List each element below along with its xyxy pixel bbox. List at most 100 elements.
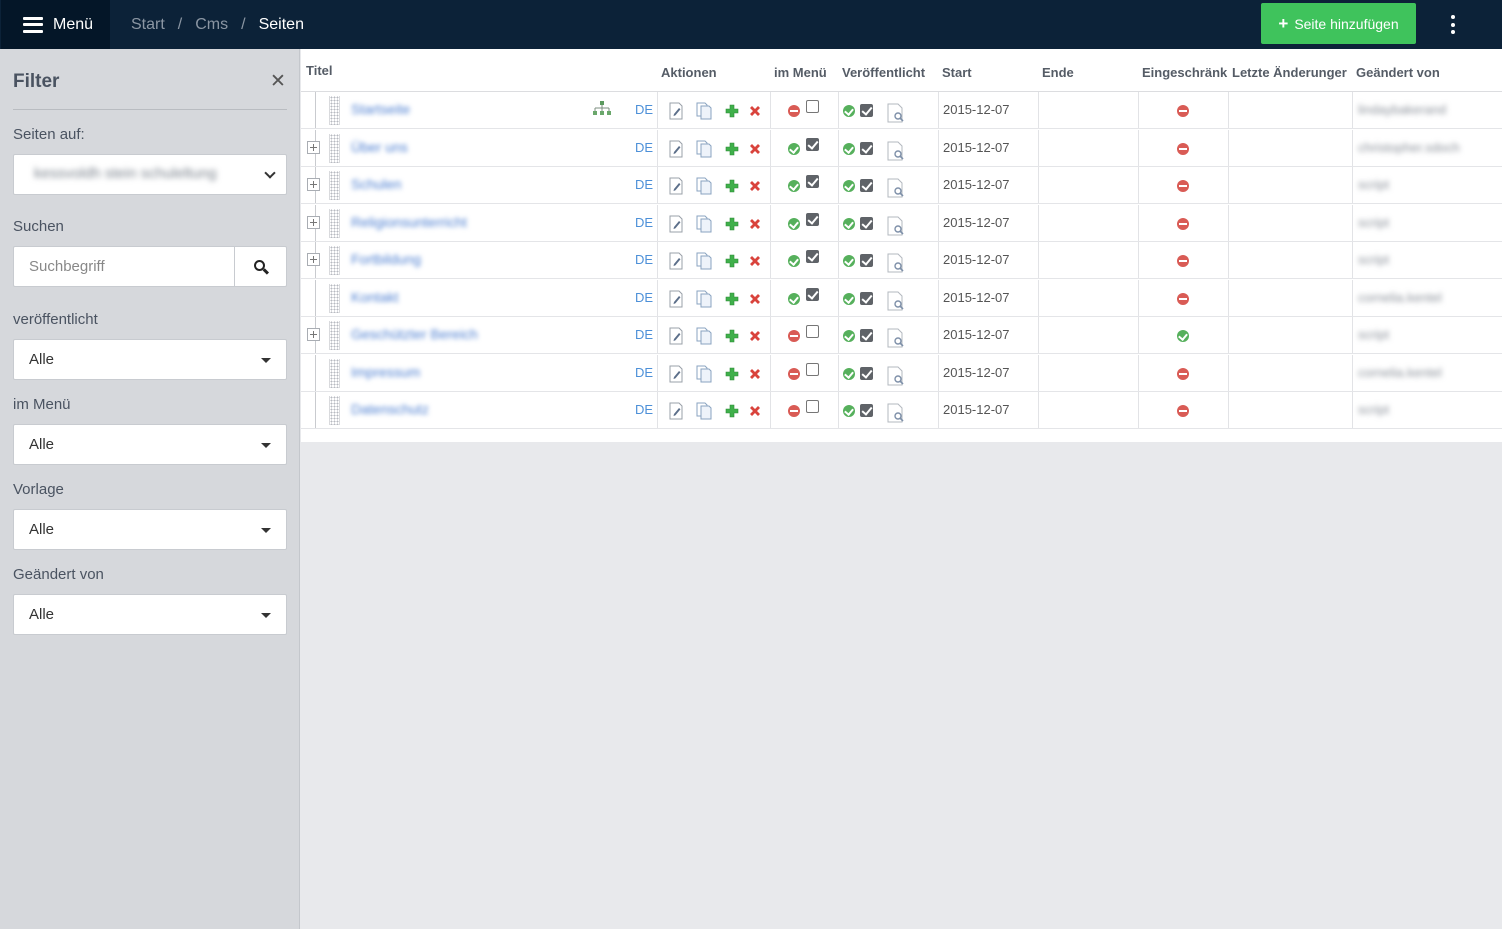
page-title-link[interactable]: Geschützter Bereich bbox=[351, 326, 478, 342]
in-menu-checkbox[interactable] bbox=[806, 250, 819, 263]
language-link[interactable]: DE bbox=[635, 252, 653, 267]
page-title-link[interactable]: Religionsunterricht bbox=[351, 214, 467, 230]
edit-icon[interactable] bbox=[667, 327, 685, 345]
close-icon[interactable]: ✕ bbox=[270, 70, 286, 93]
language-link[interactable]: DE bbox=[635, 327, 653, 342]
add-page-button[interactable]: + Seite hinzufügen bbox=[1261, 3, 1416, 44]
edit-icon[interactable] bbox=[667, 252, 685, 270]
drag-handle[interactable] bbox=[329, 246, 340, 275]
col-header-restricted[interactable]: Eingeschränk bbox=[1142, 65, 1228, 80]
published-checkbox[interactable] bbox=[860, 254, 873, 267]
published-checkbox[interactable] bbox=[860, 404, 873, 417]
published-checkbox[interactable] bbox=[860, 291, 873, 305]
in-menu-checkbox[interactable] bbox=[806, 100, 819, 113]
in-menu-checkbox[interactable] bbox=[806, 212, 819, 226]
preview-icon[interactable] bbox=[887, 291, 905, 311]
drag-handle[interactable] bbox=[329, 321, 340, 350]
in-menu-checkbox[interactable] bbox=[806, 137, 819, 151]
in-menu-checkbox[interactable] bbox=[806, 175, 819, 188]
language-link[interactable]: DE bbox=[635, 402, 653, 417]
edit-icon[interactable] bbox=[667, 215, 685, 233]
in-menu-filter-select[interactable]: Alle bbox=[13, 424, 287, 465]
published-checkbox[interactable] bbox=[860, 366, 873, 380]
language-link[interactable]: DE bbox=[635, 177, 653, 192]
preview-icon[interactable] bbox=[887, 328, 905, 348]
col-header-end[interactable]: Ende bbox=[1042, 65, 1074, 80]
delete-icon[interactable] bbox=[746, 290, 764, 308]
add-subpage-icon[interactable] bbox=[723, 290, 741, 308]
menu-button[interactable]: Menü bbox=[1, 0, 110, 49]
expand-icon[interactable] bbox=[307, 328, 320, 341]
drag-handle[interactable] bbox=[329, 396, 340, 425]
page-title-link[interactable]: Fortbildung bbox=[351, 251, 421, 267]
search-button[interactable] bbox=[234, 246, 287, 287]
preview-icon[interactable] bbox=[887, 253, 905, 273]
page-title-link[interactable]: Datenschutz bbox=[351, 401, 429, 417]
delete-icon[interactable] bbox=[746, 402, 764, 420]
edit-icon[interactable] bbox=[667, 402, 685, 420]
copy-icon[interactable] bbox=[695, 215, 713, 233]
delete-icon[interactable] bbox=[746, 215, 764, 233]
col-header-changed-by[interactable]: Geändert von bbox=[1356, 65, 1440, 80]
col-header-title[interactable]: Titel bbox=[306, 63, 333, 78]
in-menu-checkbox[interactable] bbox=[806, 400, 819, 413]
edit-icon[interactable] bbox=[667, 177, 685, 195]
drag-handle[interactable] bbox=[329, 283, 340, 313]
language-link[interactable]: DE bbox=[635, 365, 653, 380]
expand-icon[interactable] bbox=[307, 215, 320, 229]
template-filter-select[interactable]: Alle bbox=[13, 509, 287, 550]
language-link[interactable]: DE bbox=[635, 290, 653, 305]
search-input[interactable] bbox=[13, 246, 235, 287]
edit-icon[interactable] bbox=[667, 102, 685, 120]
page-title-link[interactable]: Startseite bbox=[351, 101, 410, 117]
page-title-link[interactable]: Kontakt bbox=[351, 289, 398, 305]
col-header-last-changes[interactable]: Letzte Änderunger bbox=[1232, 65, 1352, 80]
expand-icon[interactable] bbox=[307, 140, 320, 154]
col-header-published[interactable]: Veröffentlicht bbox=[842, 65, 925, 80]
delete-icon[interactable] bbox=[746, 140, 764, 158]
in-menu-checkbox[interactable] bbox=[806, 287, 819, 301]
add-subpage-icon[interactable] bbox=[723, 327, 741, 345]
edit-icon[interactable] bbox=[667, 140, 685, 158]
copy-icon[interactable] bbox=[695, 177, 713, 195]
edit-icon[interactable] bbox=[667, 365, 685, 383]
drag-handle[interactable] bbox=[329, 133, 340, 163]
published-checkbox[interactable] bbox=[860, 141, 873, 155]
site-select[interactable]: kessvoldh stein schuleltung bbox=[13, 154, 287, 195]
preview-icon[interactable] bbox=[887, 366, 905, 386]
page-title-link[interactable]: Über uns bbox=[351, 139, 408, 155]
language-link[interactable]: DE bbox=[635, 140, 653, 155]
page-title-link[interactable]: Schulen bbox=[351, 176, 402, 192]
preview-icon[interactable] bbox=[887, 103, 905, 123]
delete-icon[interactable] bbox=[746, 365, 764, 383]
drag-handle[interactable] bbox=[329, 208, 340, 238]
copy-icon[interactable] bbox=[695, 102, 713, 120]
add-subpage-icon[interactable] bbox=[723, 252, 741, 270]
published-checkbox[interactable] bbox=[860, 216, 873, 230]
delete-icon[interactable] bbox=[746, 102, 764, 120]
add-subpage-icon[interactable] bbox=[723, 365, 741, 383]
published-checkbox[interactable] bbox=[860, 104, 873, 117]
col-header-start[interactable]: Start bbox=[942, 65, 972, 80]
breadcrumb-cms[interactable]: Cms bbox=[195, 16, 228, 34]
page-title-link[interactable]: Impressum bbox=[351, 364, 420, 380]
preview-icon[interactable] bbox=[887, 216, 905, 236]
delete-icon[interactable] bbox=[746, 177, 764, 195]
expand-icon[interactable] bbox=[307, 253, 320, 266]
edit-icon[interactable] bbox=[667, 290, 685, 308]
changed-by-filter-select[interactable]: Alle bbox=[13, 594, 287, 635]
expand-icon[interactable] bbox=[307, 178, 320, 191]
delete-icon[interactable] bbox=[746, 252, 764, 270]
copy-icon[interactable] bbox=[695, 290, 713, 308]
copy-icon[interactable] bbox=[695, 252, 713, 270]
preview-icon[interactable] bbox=[887, 178, 905, 198]
delete-icon[interactable] bbox=[746, 327, 764, 345]
copy-icon[interactable] bbox=[695, 402, 713, 420]
add-subpage-icon[interactable] bbox=[723, 177, 741, 195]
published-checkbox[interactable] bbox=[860, 329, 873, 342]
col-header-in-menu[interactable]: im Menü bbox=[774, 65, 827, 80]
language-link[interactable]: DE bbox=[635, 102, 653, 117]
copy-icon[interactable] bbox=[695, 365, 713, 383]
preview-icon[interactable] bbox=[887, 403, 905, 423]
drag-handle[interactable] bbox=[329, 96, 340, 125]
